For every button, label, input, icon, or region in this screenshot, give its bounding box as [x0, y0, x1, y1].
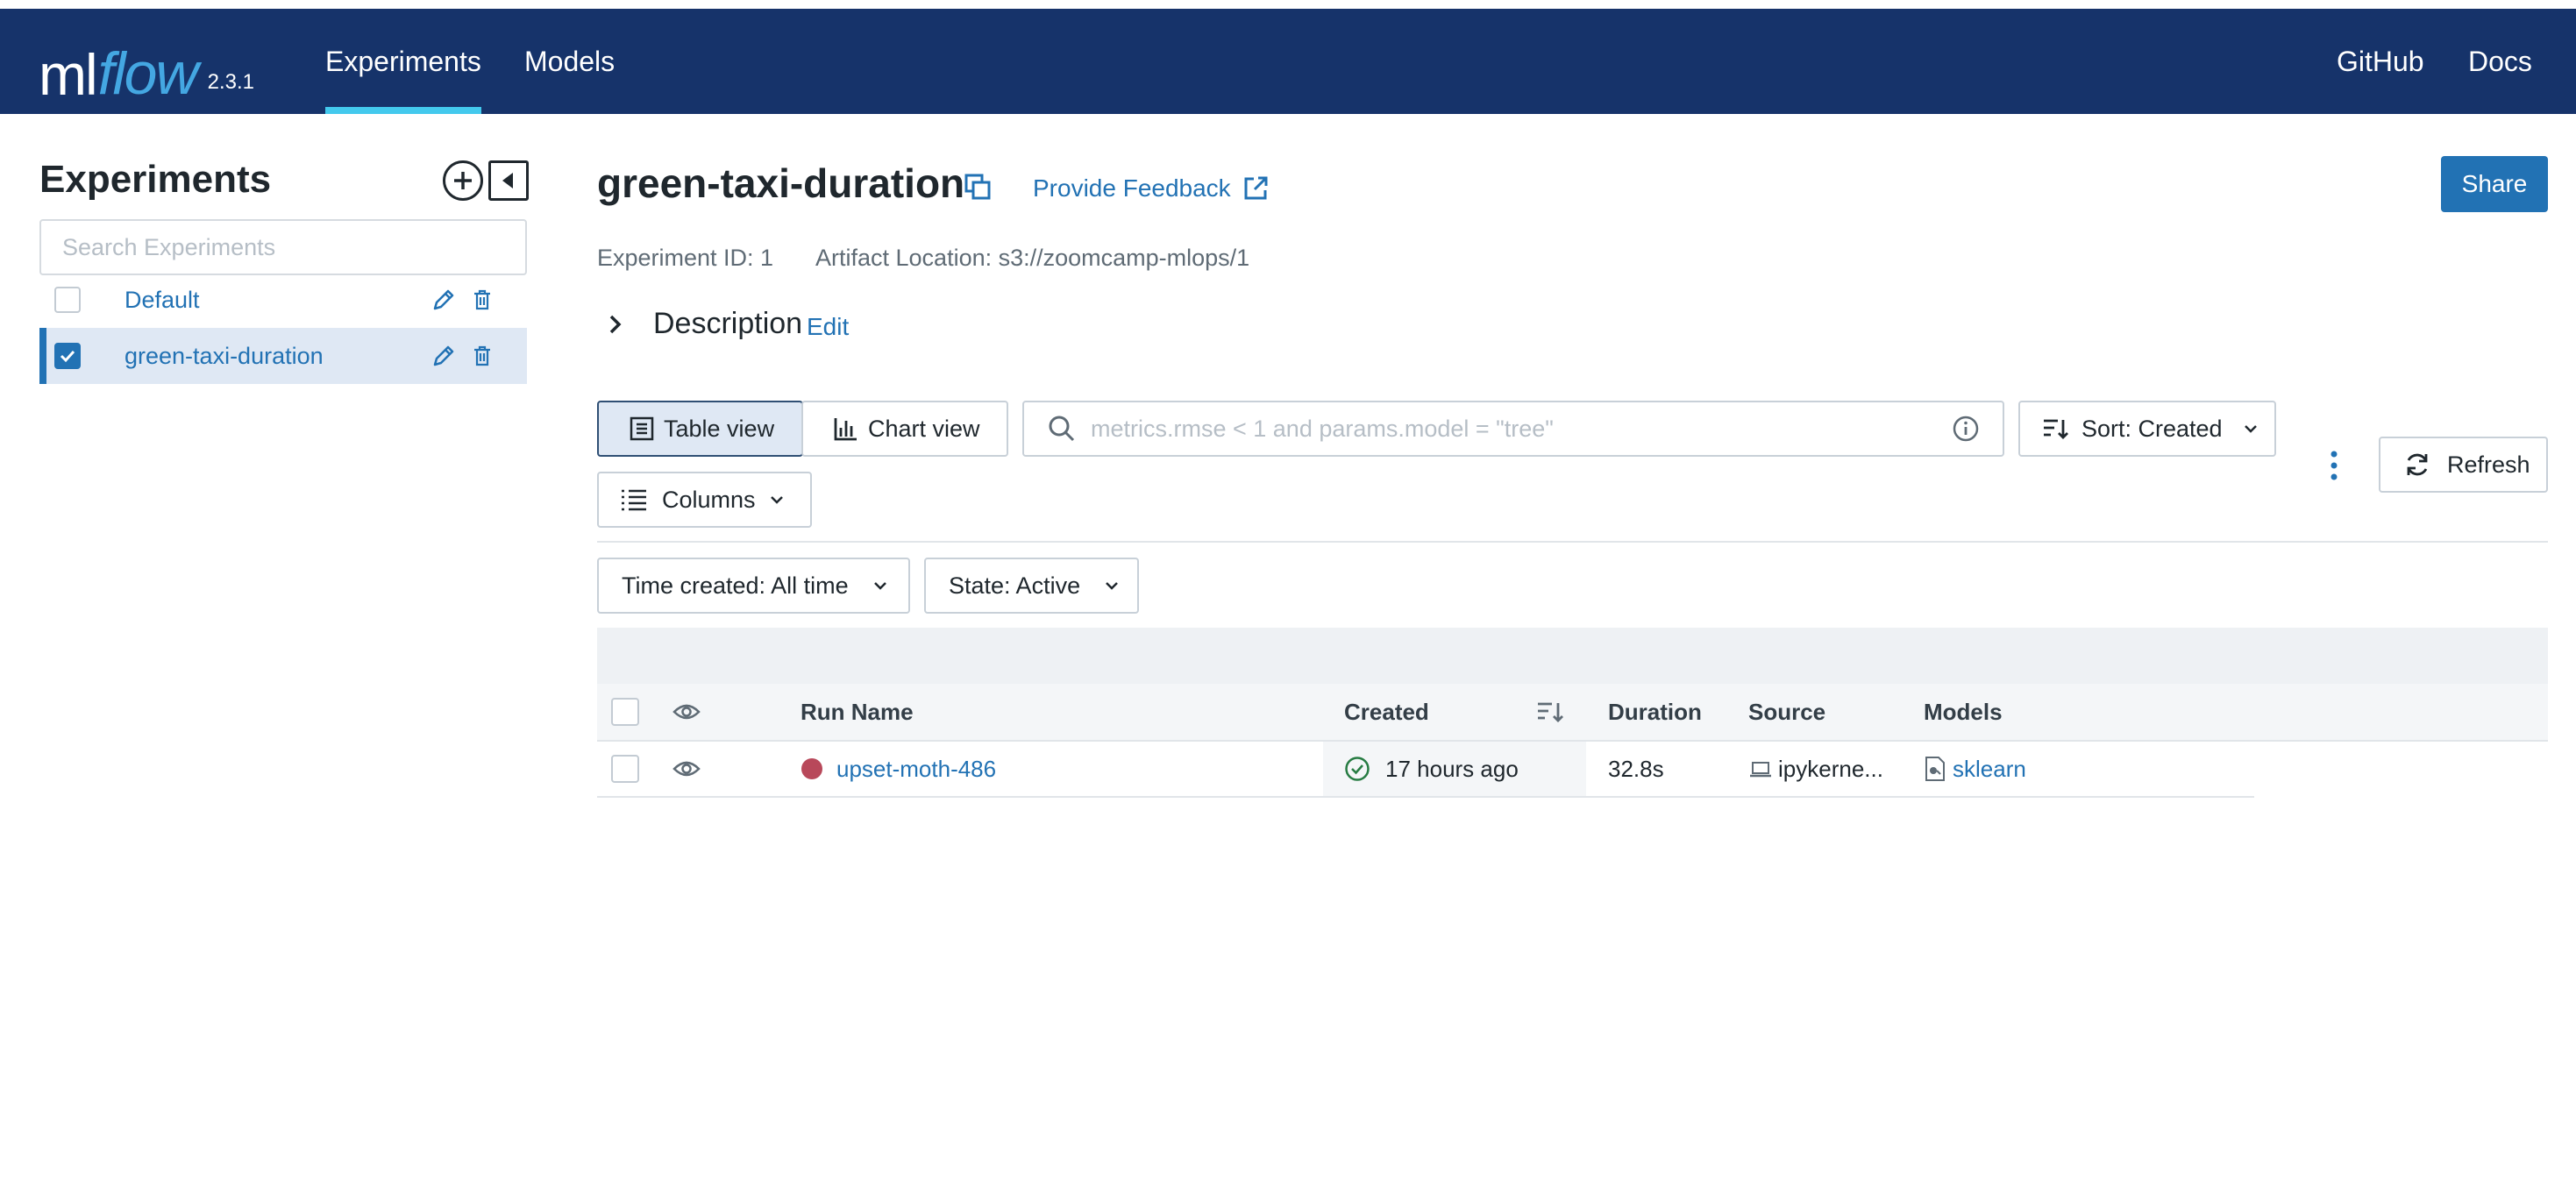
provide-feedback-link[interactable]: Provide Feedback	[1033, 174, 1270, 203]
column-header-run-name[interactable]: Run Name	[801, 684, 914, 740]
description-label: Description	[653, 307, 803, 340]
columns-button[interactable]: Columns	[597, 472, 812, 528]
experiment-checkbox[interactable]	[54, 287, 81, 313]
chart-view-label: Chart view	[868, 415, 980, 442]
nav-models[interactable]: Models	[524, 9, 615, 114]
nav-docs-label: Docs	[2468, 45, 2532, 77]
laptop-icon	[1748, 742, 1773, 796]
header-checkbox[interactable]	[611, 698, 639, 726]
row-checkbox-box[interactable]	[611, 755, 639, 783]
nav-github-label: GitHub	[2337, 45, 2424, 77]
table-icon	[630, 416, 654, 441]
mlflow-logo[interactable]: ml flow 2.3.1	[39, 25, 254, 103]
run-search-input[interactable]	[1091, 415, 1952, 443]
column-header-created[interactable]: Created	[1344, 684, 1429, 740]
description-edit-link[interactable]: Edit	[807, 313, 849, 341]
run-source: ipykerne...	[1778, 755, 1883, 782]
column-header-models[interactable]: Models	[1924, 684, 2003, 740]
copy-icon[interactable]	[963, 172, 993, 206]
nav-docs[interactable]: Docs	[2468, 9, 2532, 114]
sort-icon	[2044, 419, 2068, 439]
version-label: 2.3.1	[207, 70, 254, 94]
experiment-id: Experiment ID: 1	[597, 245, 774, 271]
table-view-button[interactable]: Table view	[597, 401, 803, 457]
nav-experiments-label: Experiments	[325, 45, 481, 77]
chart-view-button[interactable]: Chart view	[801, 401, 1008, 457]
sort-label: Sort: Created	[2081, 415, 2223, 442]
model-file-icon	[1924, 742, 1946, 796]
experiment-checkbox-checked[interactable]	[54, 343, 81, 369]
experiment-name[interactable]: green-taxi-duration	[125, 343, 324, 370]
table-row[interactable]: upset-moth-486 17 hours ago 32.8s ipyker…	[597, 742, 2254, 798]
logo-ml-text: ml	[39, 42, 98, 107]
controls-divider	[597, 541, 2548, 543]
column-header-duration[interactable]: Duration	[1608, 684, 1702, 740]
refresh-label: Refresh	[2447, 451, 2530, 478]
chevron-right-icon[interactable]	[605, 312, 626, 341]
artifact-location: Artifact Location: s3://zoomcamp-mlops/1	[815, 245, 1250, 271]
collapse-sidebar-icon[interactable]	[488, 160, 529, 201]
table-header: Run Name Created Duration Source Models	[597, 684, 2548, 742]
refresh-button[interactable]: Refresh	[2379, 437, 2548, 493]
create-experiment-icon[interactable]	[443, 160, 483, 201]
run-duration: 32.8s	[1608, 755, 1664, 782]
run-color-dot-icon	[801, 742, 823, 796]
feedback-label: Provide Feedback	[1033, 174, 1231, 202]
chevron-down-icon	[770, 496, 783, 504]
state-filter-label: State: Active	[949, 572, 1081, 599]
time-created-filter[interactable]: Time created: All time	[597, 558, 910, 614]
chevron-down-icon	[2244, 425, 2257, 433]
share-button[interactable]: Share	[2441, 156, 2548, 212]
row-checkbox[interactable]	[611, 742, 639, 796]
select-all-checkbox[interactable]	[611, 684, 639, 740]
sort-descending-icon[interactable]	[1535, 684, 1565, 740]
eye-icon[interactable]	[672, 742, 701, 796]
eye-icon[interactable]	[672, 684, 701, 740]
table-group-header	[597, 628, 2548, 684]
top-navbar: ml flow 2.3.1 Experiments Models GitHub …	[0, 9, 2576, 114]
nav-github[interactable]: GitHub	[2337, 9, 2424, 114]
state-filter[interactable]: State: Active	[924, 558, 1139, 614]
sort-dropdown[interactable]: Sort: Created	[2018, 401, 2276, 457]
logo-flow-text: flow	[97, 40, 199, 107]
run-created: 17 hours ago	[1385, 755, 1519, 782]
sidebar-actions	[443, 160, 529, 201]
sidebar-title: Experiments	[39, 158, 272, 201]
pencil-icon[interactable]	[431, 343, 457, 369]
column-header-source[interactable]: Source	[1748, 684, 1825, 740]
list-icon	[622, 489, 646, 511]
experiment-name[interactable]: Default	[125, 287, 200, 314]
trash-icon[interactable]	[469, 343, 495, 369]
search-experiments-input[interactable]	[39, 219, 527, 275]
experiment-item-green-taxi-duration[interactable]: green-taxi-duration	[39, 328, 527, 384]
trash-icon[interactable]	[469, 287, 495, 313]
more-options-icon[interactable]	[2325, 449, 2343, 487]
info-icon[interactable]	[1952, 415, 1980, 443]
page-title: green-taxi-duration	[597, 160, 965, 206]
experiment-item-default[interactable]: Default	[39, 272, 527, 328]
search-icon	[1049, 416, 1075, 442]
run-search-box[interactable]	[1022, 401, 2004, 457]
bar-chart-icon	[834, 418, 857, 441]
nav-experiments[interactable]: Experiments	[325, 9, 481, 114]
chevron-down-icon	[873, 582, 886, 590]
run-name-link[interactable]: upset-moth-486	[836, 742, 996, 796]
refresh-icon	[2407, 453, 2428, 476]
model-link[interactable]: sklearn	[1953, 742, 2026, 796]
time-filter-label: Time created: All time	[622, 572, 849, 599]
chevron-down-icon	[1106, 582, 1118, 590]
external-link-icon	[1244, 176, 1268, 200]
status-finished-icon	[1344, 742, 1370, 796]
table-view-label: Table view	[664, 415, 775, 442]
pencil-icon[interactable]	[431, 287, 457, 313]
columns-label: Columns	[662, 486, 756, 513]
nav-models-label: Models	[524, 45, 616, 77]
